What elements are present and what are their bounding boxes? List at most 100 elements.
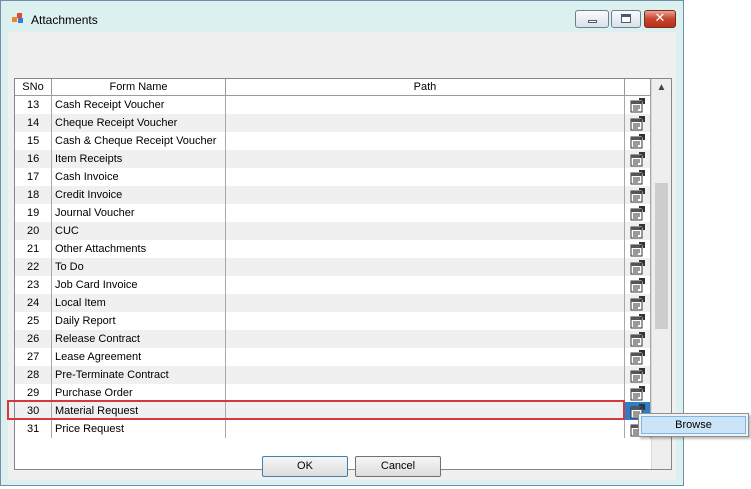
row-path[interactable]: [226, 258, 625, 276]
browse-menu-item[interactable]: Browse: [641, 416, 746, 434]
table-row[interactable]: 16 Item Receipts: [15, 150, 651, 168]
attach-file-icon[interactable]: [630, 349, 646, 365]
row-sno: 29: [15, 384, 52, 402]
row-path[interactable]: [226, 276, 625, 294]
attach-file-icon[interactable]: [630, 205, 646, 221]
row-path[interactable]: [226, 150, 625, 168]
attach-file-icon[interactable]: [630, 115, 646, 131]
row-path[interactable]: [226, 348, 625, 366]
row-browse-cell[interactable]: [625, 330, 651, 348]
table-row[interactable]: 15 Cash & Cheque Receipt Voucher: [15, 132, 651, 150]
attach-file-icon[interactable]: [630, 97, 646, 113]
table-row[interactable]: 18 Credit Invoice: [15, 186, 651, 204]
table-row[interactable]: 20 CUC: [15, 222, 651, 240]
scroll-up-arrow-icon[interactable]: ▲: [652, 79, 671, 96]
row-browse-cell[interactable]: [625, 276, 651, 294]
row-browse-cell[interactable]: [625, 132, 651, 150]
column-header-path[interactable]: Path: [226, 79, 625, 95]
maximize-button[interactable]: [611, 10, 641, 28]
table-row[interactable]: 21 Other Attachments: [15, 240, 651, 258]
row-form-name: Journal Voucher: [52, 204, 226, 222]
row-path[interactable]: [226, 384, 625, 402]
table-row[interactable]: 22 To Do: [15, 258, 651, 276]
row-sno: 31: [15, 420, 52, 438]
row-form-name: Item Receipts: [52, 150, 226, 168]
row-browse-cell[interactable]: [625, 168, 651, 186]
attach-file-icon[interactable]: [630, 367, 646, 383]
row-path[interactable]: [226, 312, 625, 330]
row-browse-cell[interactable]: [625, 384, 651, 402]
row-form-name: To Do: [52, 258, 226, 276]
row-path[interactable]: [226, 168, 625, 186]
table-row[interactable]: 31 Price Request: [15, 420, 651, 438]
row-path[interactable]: [226, 402, 625, 420]
row-browse-cell[interactable]: [625, 240, 651, 258]
context-menu: Browse: [638, 413, 749, 437]
row-path[interactable]: [226, 366, 625, 384]
row-path[interactable]: [226, 420, 625, 438]
title-bar[interactable]: Attachments ✕: [1, 1, 683, 31]
table-row[interactable]: 26 Release Contract: [15, 330, 651, 348]
attach-file-icon[interactable]: [630, 169, 646, 185]
column-header-form-name[interactable]: Form Name: [52, 79, 226, 95]
row-sno: 30: [15, 402, 52, 420]
attach-file-icon[interactable]: [630, 331, 646, 347]
row-path[interactable]: [226, 114, 625, 132]
ok-button[interactable]: OK: [262, 456, 348, 477]
row-form-name: Material Request: [52, 402, 226, 420]
attach-file-icon[interactable]: [630, 259, 646, 275]
row-browse-cell[interactable]: [625, 366, 651, 384]
attach-file-icon[interactable]: [630, 223, 646, 239]
table-row[interactable]: 30 Material Request: [15, 402, 651, 420]
table-row[interactable]: 13 Cash Receipt Voucher: [15, 96, 651, 114]
attach-file-icon[interactable]: [630, 385, 646, 401]
table-row[interactable]: 24 Local Item: [15, 294, 651, 312]
close-icon: ✕: [654, 10, 666, 25]
row-sno: 20: [15, 222, 52, 240]
table-row[interactable]: 28 Pre-Terminate Contract: [15, 366, 651, 384]
row-browse-cell[interactable]: [625, 258, 651, 276]
minimize-button[interactable]: [575, 10, 609, 28]
row-path[interactable]: [226, 132, 625, 150]
row-path[interactable]: [226, 204, 625, 222]
row-browse-cell[interactable]: [625, 150, 651, 168]
table-row[interactable]: 25 Daily Report: [15, 312, 651, 330]
row-browse-cell[interactable]: [625, 294, 651, 312]
close-button[interactable]: ✕: [644, 10, 676, 28]
row-path[interactable]: [226, 294, 625, 312]
row-browse-cell[interactable]: [625, 348, 651, 366]
cancel-button[interactable]: Cancel: [355, 456, 441, 477]
row-browse-cell[interactable]: [625, 312, 651, 330]
row-sno: 19: [15, 204, 52, 222]
row-path[interactable]: [226, 330, 625, 348]
row-path[interactable]: [226, 186, 625, 204]
row-path[interactable]: [226, 96, 625, 114]
row-form-name: Lease Agreement: [52, 348, 226, 366]
attach-file-icon[interactable]: [630, 295, 646, 311]
column-header-sno[interactable]: SNo: [15, 79, 52, 95]
table-row[interactable]: 29 Purchase Order: [15, 384, 651, 402]
row-browse-cell[interactable]: [625, 204, 651, 222]
attach-file-icon[interactable]: [630, 241, 646, 257]
attach-file-icon[interactable]: [630, 187, 646, 203]
row-browse-cell[interactable]: [625, 222, 651, 240]
row-browse-cell[interactable]: [625, 114, 651, 132]
attach-file-icon[interactable]: [630, 277, 646, 293]
attach-file-icon[interactable]: [630, 133, 646, 149]
table-row[interactable]: 14 Cheque Receipt Voucher: [15, 114, 651, 132]
attachments-grid[interactable]: SNo Form Name Path 13 Cash Receipt Vouche…: [14, 78, 672, 470]
scroll-thumb[interactable]: [655, 183, 668, 329]
attach-file-icon[interactable]: [630, 151, 646, 167]
vertical-scrollbar[interactable]: ▲: [651, 79, 671, 469]
row-browse-cell[interactable]: [625, 186, 651, 204]
table-row[interactable]: 27 Lease Agreement: [15, 348, 651, 366]
row-path[interactable]: [226, 222, 625, 240]
row-browse-cell[interactable]: [625, 96, 651, 114]
row-path[interactable]: [226, 240, 625, 258]
attach-file-icon[interactable]: [630, 313, 646, 329]
table-row[interactable]: 23 Job Card Invoice: [15, 276, 651, 294]
table-row[interactable]: 17 Cash Invoice: [15, 168, 651, 186]
table-row[interactable]: 19 Journal Voucher: [15, 204, 651, 222]
row-form-name: Credit Invoice: [52, 186, 226, 204]
row-form-name: Other Attachments: [52, 240, 226, 258]
